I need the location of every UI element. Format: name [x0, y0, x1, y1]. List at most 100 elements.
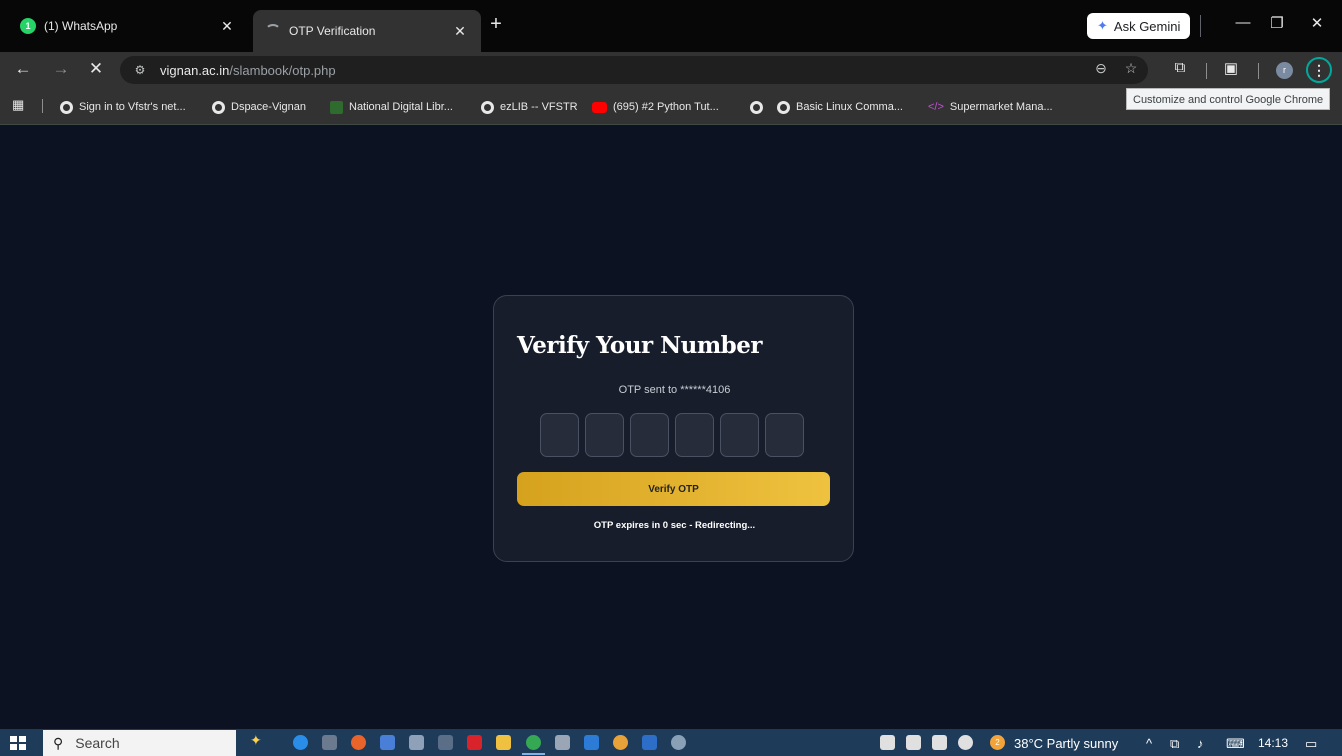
app-icon[interactable] [671, 735, 686, 750]
bookmark-label: Supermarket Mana... [949, 101, 1053, 113]
taskbar-search-box[interactable]: ⚲ Search [43, 730, 236, 756]
divider [1258, 63, 1259, 79]
close-tab-icon[interactable]: ✕ [451, 23, 469, 40]
bookmark-item[interactable]: (695) #2 Python Tut... [592, 98, 719, 116]
chrome-icon[interactable] [522, 735, 545, 755]
tab-title: (1) WhatsApp [44, 19, 118, 33]
window-icon[interactable] [932, 735, 947, 750]
windows-taskbar: ⚲ Search ✦ 2 38°C Partly sunny ^ ⧉ ♪ ⌨ 1… [0, 729, 1342, 756]
address-bar[interactable]: ⚙ vignan.ac.in/slambook/otp.php [120, 56, 1148, 84]
bookmark-item[interactable]: Basic Linux Comma... [777, 98, 903, 116]
bookmark-label: National Digital Libr... [349, 101, 453, 113]
otp-input-group [540, 413, 804, 457]
bookmark-item[interactable]: Sign in to Vfstr's net... [60, 98, 186, 116]
copilot-sparkle-icon[interactable]: ✦ [250, 732, 265, 748]
clock[interactable]: 14:13 [1258, 736, 1288, 750]
otp-expiry-message: OTP expires in 0 sec - Redirecting... [593, 520, 756, 531]
notification-icon[interactable]: ▭ [1305, 736, 1317, 752]
stop-loading-icon[interactable]: ✕ [85, 59, 107, 79]
tab-title: OTP Verification [289, 24, 376, 38]
vscode-icon[interactable] [584, 735, 599, 750]
url-path: /slambook/otp.php [229, 62, 336, 78]
bookmark-star-icon[interactable]: ☆ [1121, 60, 1141, 77]
calculator-icon[interactable] [438, 735, 453, 750]
site-info-icon[interactable]: ⚙ [130, 63, 150, 77]
minimize-button[interactable]: — [1232, 14, 1254, 31]
divider [42, 99, 43, 113]
new-tab-button[interactable]: + [486, 13, 506, 36]
chevron-up-icon[interactable]: ^ [1146, 736, 1152, 751]
chrome-canary-icon[interactable] [613, 735, 628, 750]
youtube-icon [592, 101, 607, 113]
otp-card: Verify Your Number OTP sent to ******410… [493, 295, 854, 562]
bookmark-item[interactable]: </> Supermarket Mana... [928, 98, 1053, 116]
bookmark-item[interactable]: ezLIB -- VFSTR [481, 98, 578, 116]
page-content: Verify Your Number OTP sent to ******410… [0, 126, 1342, 729]
globe-icon [60, 100, 73, 114]
whatsapp-icon: 1 [20, 18, 36, 34]
otp-digit-input[interactable] [765, 413, 804, 457]
apps-grid-icon[interactable]: ▦ [12, 98, 26, 112]
close-window-button[interactable]: ✕ [1306, 14, 1328, 32]
file-explorer-icon[interactable] [496, 735, 511, 750]
app-icon[interactable] [380, 735, 395, 750]
back-icon[interactable]: ← [12, 59, 34, 79]
otp-digit-input[interactable] [675, 413, 714, 457]
word-icon[interactable] [642, 735, 657, 750]
tab-otp-verification[interactable]: OTP Verification ✕ [253, 10, 481, 52]
weather-icon[interactable]: 2 [990, 735, 1005, 750]
restore-button[interactable]: ❐ [1266, 14, 1288, 32]
windows-start-icon[interactable] [10, 736, 26, 750]
bookmark-label: (695) #2 Python Tut... [613, 101, 719, 113]
bookmark-label: Dspace-Vignan [231, 101, 307, 113]
ndl-icon [330, 100, 343, 114]
browser-tab-strip: 1 (1) WhatsApp ✕ OTP Verification ✕ + ✦ … [0, 0, 1342, 52]
chrome-menu-icon[interactable]: ⋮ [1306, 57, 1332, 83]
gemini-sparkle-icon: ✦ [1097, 18, 1108, 33]
bookmark-item[interactable]: National Digital Libr... [330, 98, 453, 116]
close-tab-icon[interactable]: ✕ [218, 18, 236, 35]
settings-gear-icon[interactable] [958, 735, 973, 750]
bookmark-label: Sign in to Vfstr's net... [79, 101, 186, 113]
bookmark-item[interactable] [750, 98, 769, 116]
globe-icon [777, 100, 790, 114]
globe-icon [481, 100, 494, 114]
browser-toolbar: ← → ✕ ⚙ vignan.ac.in/slambook/otp.php ⊖ … [0, 52, 1342, 88]
ask-gemini-button[interactable]: ✦ Ask Gemini [1087, 13, 1191, 39]
volume-icon[interactable]: ♪ [1197, 736, 1204, 751]
video-icon[interactable] [906, 735, 921, 750]
network-icon[interactable]: ⧉ [1170, 736, 1179, 752]
app-icon[interactable] [555, 735, 570, 750]
code-icon: </> [928, 100, 944, 113]
otp-digit-input[interactable] [630, 413, 669, 457]
weather-text[interactable]: 38°C Partly sunny [1014, 736, 1118, 751]
extensions-icon[interactable]: ⧉ [1169, 59, 1191, 76]
otp-digit-input[interactable] [720, 413, 759, 457]
camera-app-icon[interactable] [880, 735, 895, 750]
firefox-icon[interactable] [351, 735, 366, 750]
zoom-icon[interactable]: ⊖ [1091, 60, 1111, 77]
forward-icon[interactable]: → [50, 59, 72, 79]
bookmark-label: Basic Linux Comma... [796, 101, 903, 113]
tab-whatsapp[interactable]: 1 (1) WhatsApp ✕ [10, 10, 246, 42]
otp-sent-text: OTP sent to ******4106 [618, 384, 731, 396]
verify-otp-button[interactable]: Verify OTP [517, 472, 830, 506]
loading-spinner-icon [265, 24, 281, 38]
search-icon: ⚲ [53, 734, 64, 751]
skype-icon[interactable] [293, 735, 308, 750]
otp-digit-input[interactable] [585, 413, 624, 457]
side-panel-icon[interactable]: ▣ [1220, 59, 1242, 77]
url-text[interactable]: vignan.ac.in/slambook/otp.php [160, 63, 336, 78]
globe-icon [750, 100, 763, 114]
acrobat-icon[interactable] [467, 735, 482, 750]
divider [1200, 15, 1201, 37]
app-icon[interactable] [409, 735, 424, 750]
otp-digit-input[interactable] [540, 413, 579, 457]
globe-icon [212, 100, 225, 114]
page-title: Verify Your Number [517, 332, 763, 359]
keyboard-icon[interactable]: ⌨ [1226, 736, 1245, 752]
profile-avatar[interactable]: r [1276, 62, 1293, 79]
ask-gemini-label: Ask Gemini [1113, 18, 1181, 34]
app-icon[interactable] [322, 735, 337, 750]
bookmark-item[interactable]: Dspace-Vignan [212, 98, 306, 116]
